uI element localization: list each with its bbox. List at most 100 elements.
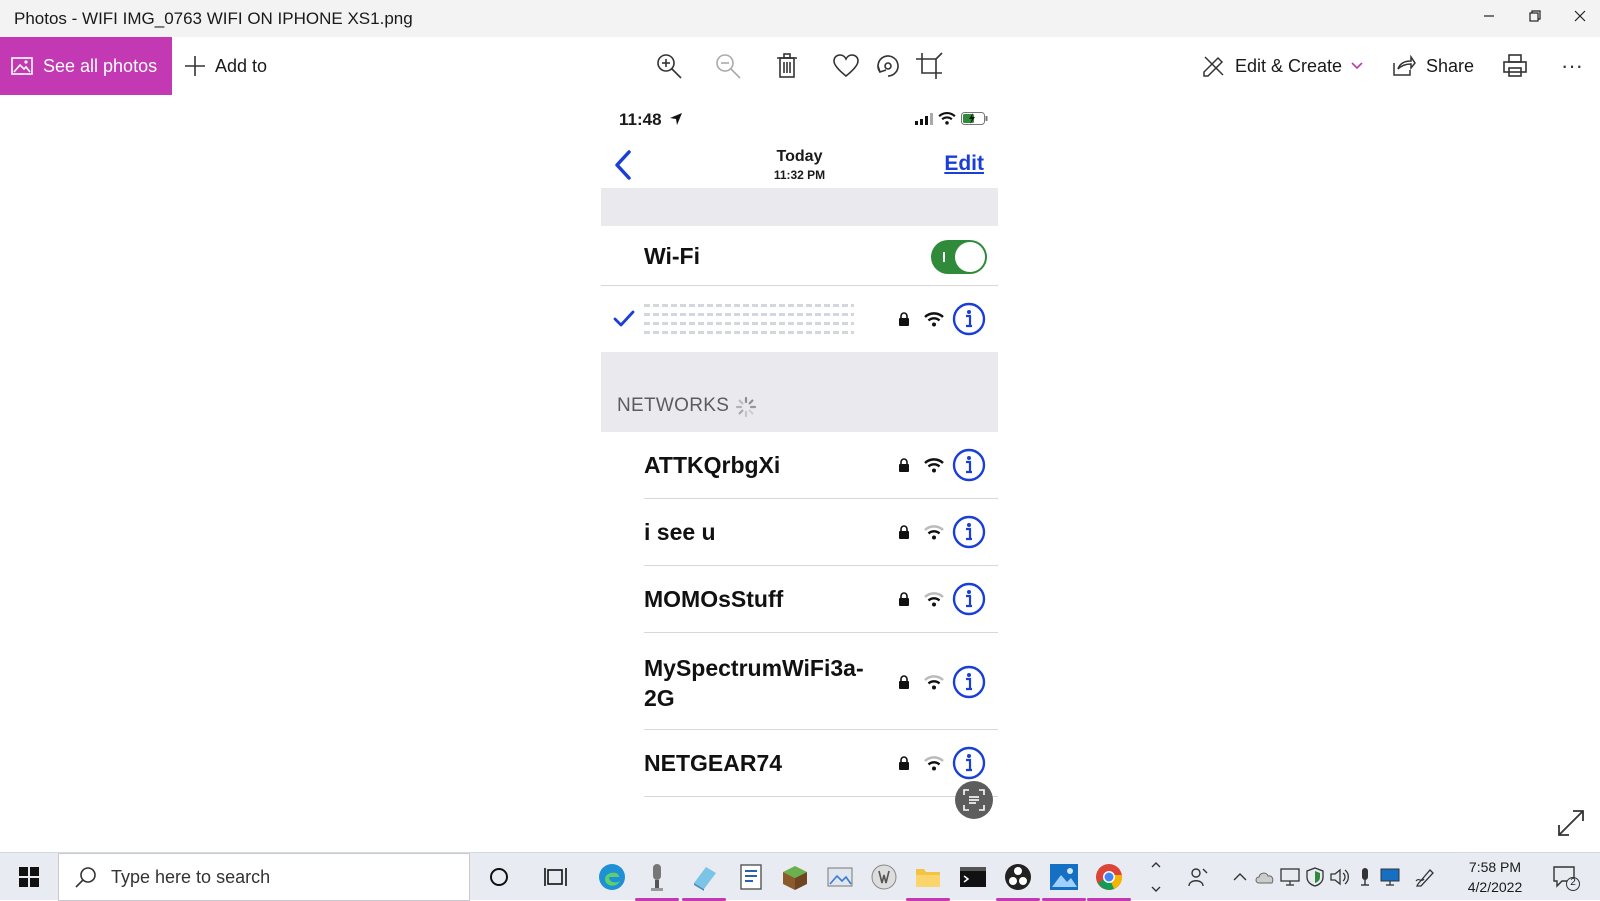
photos-app[interactable] <box>1042 861 1086 901</box>
nav-subtitle: 11:32 PM <box>773 168 826 182</box>
lock-icon <box>899 312 909 326</box>
photos-toolbar: See all photos Add to Edit & Create Shar… <box>0 37 1600 95</box>
divider <box>644 796 998 797</box>
add-to-button[interactable]: Add to <box>184 37 267 95</box>
shield-icon <box>1306 867 1324 887</box>
title-bar: Photos - WIFI IMG_0763 WIFI ON IPHONE XS… <box>0 0 1600 37</box>
crop-icon <box>916 52 943 79</box>
circle-app-icon <box>871 864 897 890</box>
share-button[interactable]: Share <box>1392 37 1474 95</box>
show-hidden-icons-button[interactable] <box>1230 867 1250 887</box>
nav-title-group: Today 11:32 PM <box>601 148 998 182</box>
network-name: NETGEAR74 <box>644 750 783 776</box>
notes-app-icon <box>694 867 716 891</box>
edit-link[interactable]: Edit <box>944 152 984 176</box>
people-button[interactable] <box>1188 867 1208 887</box>
info-icon[interactable] <box>952 582 986 616</box>
info-icon[interactable] <box>952 302 986 336</box>
more-options-button[interactable]: ··· <box>1556 50 1588 82</box>
rotate-button[interactable] <box>872 50 904 82</box>
cellular-signal-icon <box>915 113 933 125</box>
edge-icon <box>599 864 625 890</box>
wifi-label: Wi-Fi <box>644 243 700 269</box>
networks-header: NETWORKS <box>617 395 730 416</box>
minecraft-app[interactable] <box>779 861 811 893</box>
search-placeholder: Type here to search <box>111 866 271 887</box>
pen-tray[interactable] <box>1415 867 1435 887</box>
add-to-label: Add to <box>215 55 268 76</box>
microphone-tray[interactable] <box>1355 867 1375 887</box>
display-tray[interactable] <box>1280 867 1300 887</box>
zoom-out-icon <box>716 54 741 79</box>
fullscreen-expand-icon[interactable] <box>1556 808 1586 838</box>
cloud-icon <box>1255 872 1274 884</box>
lock-icon <box>899 756 909 770</box>
edit-create-button[interactable]: Edit & Create <box>1202 37 1363 95</box>
cortana-button[interactable] <box>483 861 515 893</box>
file-explorer-app[interactable] <box>906 861 950 901</box>
network-row[interactable]: MySpectrumWiFi3a-2G <box>601 633 998 730</box>
action-center-button[interactable]: 2 <box>1552 865 1580 891</box>
delete-button[interactable] <box>771 50 803 82</box>
edge-app[interactable] <box>596 861 628 893</box>
toggle-knob <box>955 242 985 272</box>
location-arrow-icon <box>670 113 682 125</box>
microphone-app[interactable] <box>635 861 679 901</box>
minecraft-icon <box>783 866 807 890</box>
restore-button[interactable] <box>1512 0 1558 32</box>
trash-icon <box>777 53 797 78</box>
chevron-up-icon <box>1233 873 1247 881</box>
volume-tray[interactable] <box>1330 867 1350 887</box>
document-app[interactable] <box>735 861 767 893</box>
crop-button[interactable] <box>913 50 945 82</box>
terminal-app[interactable] <box>957 861 989 893</box>
notes-app[interactable] <box>682 861 726 901</box>
info-icon[interactable] <box>952 515 986 549</box>
document-app-icon <box>740 864 762 890</box>
wifi-status-icon <box>938 112 956 125</box>
taskbar-search-input[interactable]: Type here to search <box>58 853 470 901</box>
zoom-in-button[interactable] <box>653 50 685 82</box>
info-icon[interactable] <box>952 746 986 780</box>
favorite-button[interactable] <box>830 50 862 82</box>
cortana-icon <box>490 868 508 886</box>
network-row[interactable]: NETGEAR74 <box>601 730 998 797</box>
network-row[interactable]: ATTKQrbgXi <box>601 432 998 499</box>
print-button[interactable] <box>1499 50 1531 82</box>
lock-icon <box>899 458 909 472</box>
microphone-icon <box>1361 868 1369 886</box>
chevron-down-icon <box>1351 62 1363 70</box>
minimize-button[interactable] <box>1466 0 1512 32</box>
clock-date: 4/2/2022 <box>1467 879 1523 895</box>
pen-icon <box>1415 869 1434 887</box>
taskbar-clock[interactable]: 7:58 PM 4/2/2022 <box>1440 857 1550 897</box>
network-row[interactable]: MOMOsStuff <box>601 566 998 633</box>
photo-viewer-app[interactable] <box>824 861 856 893</box>
security-tray[interactable] <box>1305 867 1325 887</box>
task-view-button[interactable] <box>540 861 572 893</box>
status-time: 11:48 <box>619 110 662 129</box>
start-button[interactable] <box>0 853 58 901</box>
info-icon[interactable] <box>952 448 986 482</box>
network-row[interactable]: i see u <box>601 499 998 566</box>
connected-network-row[interactable] <box>601 286 998 352</box>
notification-count: 2 <box>1570 877 1576 888</box>
minimize-icon <box>1484 15 1494 17</box>
microphone-app-icon <box>651 864 663 891</box>
wifi-signal-icon <box>924 458 944 473</box>
taskbar-scroll-arrows-icon[interactable] <box>1150 859 1162 895</box>
edit-create-icon <box>1203 56 1224 77</box>
terminal-icon <box>960 867 986 887</box>
info-icon[interactable] <box>952 665 986 699</box>
circle-app[interactable] <box>868 861 900 893</box>
share-icon <box>1393 55 1416 76</box>
chrome-app[interactable] <box>1087 861 1131 901</box>
network-tray[interactable] <box>1380 867 1400 887</box>
wifi-toggle[interactable] <box>931 240 987 274</box>
visual-lookup-button[interactable] <box>955 781 993 819</box>
close-button[interactable] <box>1557 0 1600 32</box>
zoom-out-button[interactable] <box>712 50 744 82</box>
onedrive-tray[interactable] <box>1255 867 1275 887</box>
see-all-photos-button[interactable]: See all photos <box>0 37 172 95</box>
obs-app[interactable] <box>996 861 1040 901</box>
